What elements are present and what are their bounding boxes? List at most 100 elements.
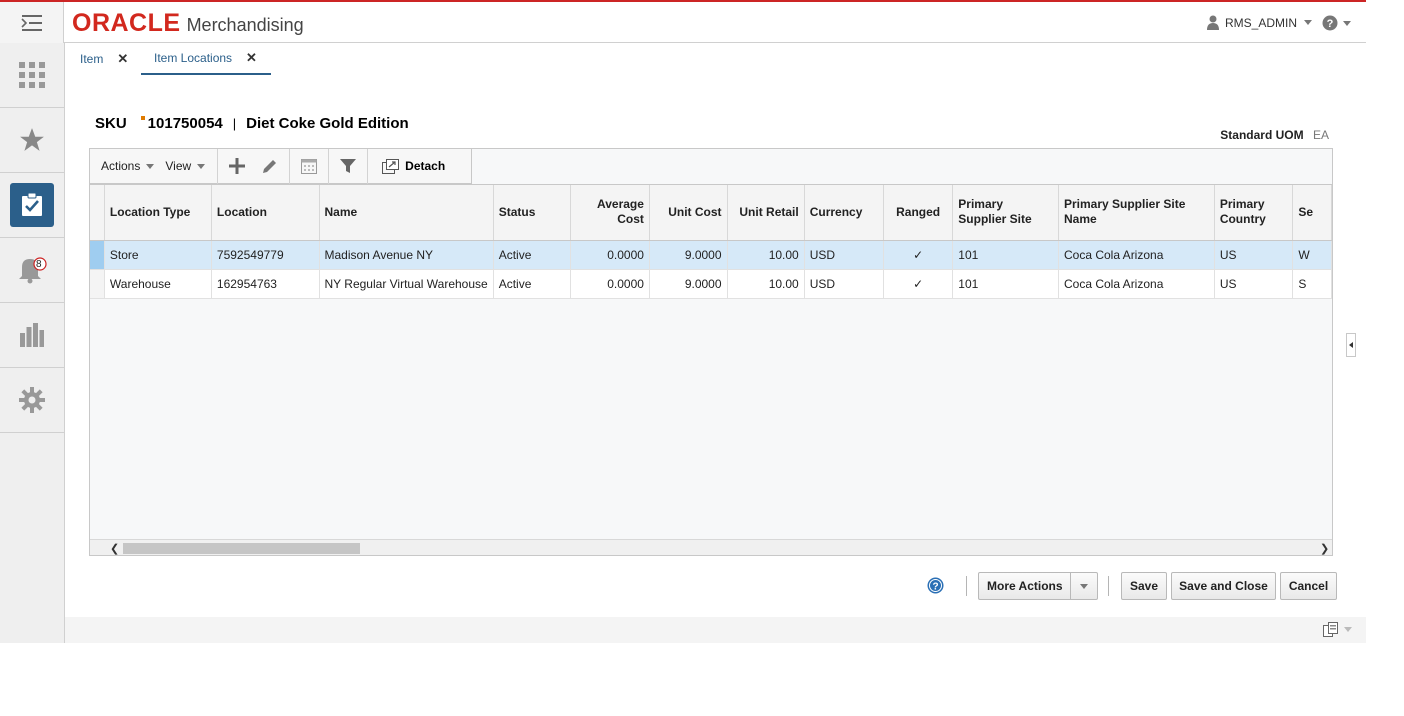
help-icon: ? bbox=[927, 577, 944, 594]
table-cell: US bbox=[1214, 269, 1294, 299]
column-header[interactable]: Ranged bbox=[883, 185, 954, 241]
star-icon bbox=[20, 128, 44, 151]
brand-name: ORACLE bbox=[72, 8, 181, 37]
help-icon: ? bbox=[1322, 15, 1338, 31]
view-label: View bbox=[165, 159, 192, 173]
table-cell: 0.0000 bbox=[570, 240, 650, 270]
actions-label: Actions bbox=[101, 159, 141, 173]
detach-button[interactable]: Detach bbox=[382, 158, 445, 174]
row-selector[interactable] bbox=[90, 269, 105, 299]
filter-icon bbox=[340, 159, 357, 173]
user-menu[interactable]: RMS_ADMIN bbox=[1207, 15, 1313, 30]
document-tabs: Item ✕ Item Locations ✕ bbox=[65, 43, 1366, 75]
plus-icon bbox=[229, 158, 246, 174]
column-header[interactable]: Status bbox=[493, 185, 572, 241]
scroll-right-icon[interactable]: ❯ bbox=[1320, 542, 1329, 555]
close-icon[interactable]: ✕ bbox=[117, 51, 128, 67]
sidebar-item-tasks-grid[interactable] bbox=[0, 43, 64, 108]
save-and-close-button[interactable]: Save and Close bbox=[1171, 572, 1276, 600]
pencil-icon bbox=[263, 160, 277, 173]
oracle-logo: ORACLE Merchandising bbox=[72, 8, 304, 37]
more-actions-button[interactable]: More Actions bbox=[978, 572, 1098, 600]
table-cell: 10.00 bbox=[727, 269, 805, 299]
chevron-down-icon bbox=[1344, 627, 1352, 632]
column-header[interactable]: Primary Supplier Site Name bbox=[1058, 185, 1215, 241]
scrollbar-thumb[interactable] bbox=[123, 543, 360, 554]
save-button[interactable]: Save bbox=[1121, 572, 1167, 600]
filter-button[interactable] bbox=[329, 149, 367, 184]
column-header[interactable]: Unit Cost bbox=[649, 185, 728, 241]
table-cell: 162954763 bbox=[211, 269, 320, 299]
mass-update-button[interactable] bbox=[290, 149, 328, 184]
item-locations-table: Location Type Location Name Status Avera… bbox=[90, 185, 1332, 299]
chevron-down-icon bbox=[1304, 20, 1313, 25]
table-row[interactable]: Store 7592549779 Madison Avenue NY Activ… bbox=[90, 240, 1332, 270]
more-actions-dropdown[interactable] bbox=[1070, 573, 1097, 599]
column-header[interactable]: Location bbox=[211, 185, 320, 241]
accessibility-menu[interactable] bbox=[1323, 622, 1352, 637]
detach-icon bbox=[382, 158, 400, 174]
actions-menu[interactable]: Actions bbox=[101, 159, 155, 173]
data-grid: Location Type Location Name Status Avera… bbox=[90, 184, 1332, 539]
sidebar-item-tasks[interactable] bbox=[0, 173, 64, 238]
column-header[interactable]: Average Cost bbox=[570, 185, 650, 241]
sidebar: 8 bbox=[0, 43, 65, 643]
close-icon[interactable]: ✕ bbox=[246, 50, 257, 66]
task-clipboard-icon bbox=[22, 193, 42, 216]
column-header[interactable]: Se bbox=[1292, 185, 1332, 241]
view-menu[interactable]: View bbox=[165, 159, 206, 173]
help-menu[interactable]: ? bbox=[1322, 15, 1351, 31]
column-header[interactable]: Name bbox=[319, 185, 494, 241]
navigator-menu-button[interactable] bbox=[0, 2, 64, 43]
notification-badge: 8 bbox=[36, 259, 42, 270]
table-cell: 9.0000 bbox=[649, 269, 728, 299]
cancel-button[interactable]: Cancel bbox=[1280, 572, 1337, 600]
column-header[interactable]: Primary Supplier Site bbox=[952, 185, 1059, 241]
button-divider bbox=[966, 576, 967, 596]
svg-text:?: ? bbox=[1327, 18, 1334, 30]
chevron-down-icon bbox=[197, 163, 206, 169]
table-row[interactable]: Warehouse 162954763 NY Regular Virtual W… bbox=[90, 269, 1332, 299]
edit-row-button[interactable] bbox=[256, 149, 284, 184]
app-window: ORACLE Merchandising RMS_ADMIN ? 8 Item … bbox=[0, 0, 1366, 643]
tab-item-locations[interactable]: Item Locations ✕ bbox=[141, 43, 271, 75]
chevron-down-icon bbox=[1343, 20, 1351, 26]
row-header-column bbox=[90, 185, 105, 241]
add-row-button[interactable] bbox=[218, 149, 256, 184]
table-cell: 7592549779 bbox=[211, 240, 320, 270]
title-separator: | bbox=[232, 116, 237, 131]
table-cell: 101 bbox=[952, 269, 1059, 299]
tab-item-locations-label: Item Locations bbox=[154, 51, 233, 65]
row-selector[interactable] bbox=[90, 240, 105, 270]
chevron-down-icon bbox=[1080, 583, 1088, 589]
tab-item-label: Item bbox=[80, 52, 104, 66]
column-header[interactable]: Unit Retail bbox=[727, 185, 805, 241]
sidebar-item-notifications[interactable]: 8 bbox=[0, 238, 64, 303]
sidebar-item-settings[interactable] bbox=[0, 368, 64, 433]
table-cell: S bbox=[1292, 269, 1332, 299]
tab-item[interactable]: Item ✕ bbox=[80, 43, 128, 75]
sidebar-item-favorites[interactable] bbox=[0, 108, 64, 173]
collapse-panel-button[interactable] bbox=[1346, 333, 1356, 357]
help-button[interactable]: ? bbox=[927, 577, 944, 599]
pages-icon bbox=[1323, 622, 1338, 637]
column-header[interactable]: Primary Country bbox=[1214, 185, 1294, 241]
sidebar-item-reports[interactable] bbox=[0, 303, 64, 368]
user-name: RMS_ADMIN bbox=[1225, 15, 1298, 30]
horizontal-scrollbar[interactable]: ❮ ❯ bbox=[90, 539, 1332, 555]
scroll-left-icon[interactable]: ❮ bbox=[110, 542, 119, 555]
table-cell: 0.0000 bbox=[570, 269, 650, 299]
column-header[interactable]: Location Type bbox=[104, 185, 212, 241]
toolbar-divider bbox=[367, 148, 369, 184]
item-description: Diet Coke Gold Edition bbox=[246, 115, 409, 132]
page-title: SKU 101750054 | Diet Coke Gold Edition bbox=[95, 115, 409, 132]
menu-collapse-icon bbox=[20, 14, 42, 31]
table-cell: Madison Avenue NY bbox=[319, 240, 494, 270]
item-locations-table-panel: Actions View Detach Location Type Locati… bbox=[89, 148, 1333, 556]
grid-icon bbox=[19, 62, 45, 88]
column-header[interactable]: Currency bbox=[804, 185, 884, 241]
user-icon bbox=[1207, 15, 1219, 30]
table-cell: Active bbox=[493, 269, 572, 299]
main-content: Item ✕ Item Locations ✕ SKU 101750054 | … bbox=[65, 43, 1366, 617]
required-marker-icon bbox=[140, 115, 145, 120]
